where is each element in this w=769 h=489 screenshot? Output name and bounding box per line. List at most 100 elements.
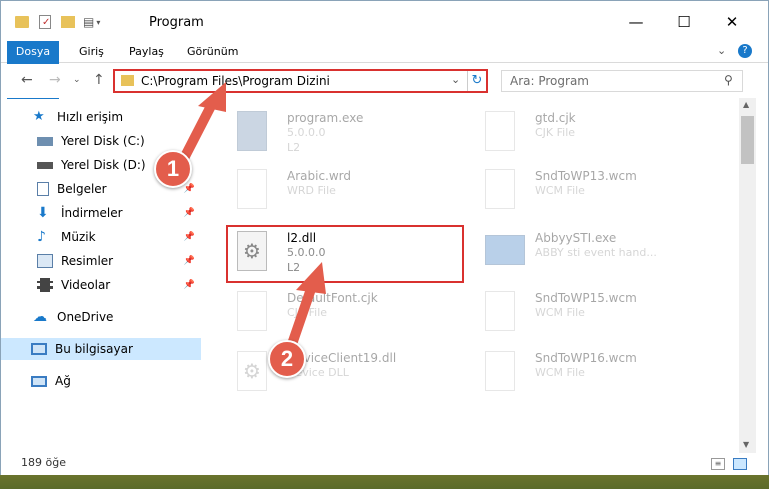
large-icons-view-icon[interactable] [733,458,747,470]
sidebar-item-pictures[interactable]: Resimler 📌 [1,250,201,272]
file-description: WCM File [535,184,585,197]
exe-icon [485,235,525,265]
scroll-down-icon[interactable]: ▼ [743,440,749,449]
title-bar: ✓ ▤ ▾ Program — ☐ ✕ [1,1,768,41]
sidebar-item-label: Yerel Disk (C:) [61,134,145,148]
close-button[interactable]: ✕ [709,7,755,37]
up-arrow-icon[interactable]: ↑ [93,72,105,88]
details-view-icon[interactable]: ≡ [711,458,725,470]
refresh-icon[interactable]: ↻ [467,71,486,91]
ribbon: Dosya Giriş Paylaş Görünüm ⌄ ? [1,41,768,99]
status-bar: 189 öğe ≡ [1,453,768,475]
file-description: WCM File [535,306,585,319]
sidebar-item-label: Resimler [61,254,114,268]
drive-icon [37,136,53,146]
address-bar[interactable]: C:\Program Files\Program Dizini ⌄ ↻ [113,69,488,93]
selected-file-highlight [226,225,464,283]
address-path: C:\Program Files\Program Dizini [141,74,330,88]
step-marker-two: 2 [268,340,306,378]
new-folder-icon[interactable] [61,16,75,28]
back-arrow-icon[interactable]: ← [21,72,33,88]
picture-icon [37,254,53,268]
file-icon [237,169,267,209]
cloud-icon: ☁ [33,309,47,325]
sidebar-item-quick-access[interactable]: ★ Hızlı erişim [1,106,201,128]
computer-icon [31,343,47,355]
sidebar-item-label: Bu bilgisayar [55,342,133,356]
tab-gorunum[interactable]: Görünüm [177,41,248,63]
step-marker-one: 1 [154,150,192,188]
file-icon [237,291,267,331]
minimize-button[interactable]: — [613,7,659,37]
file-item[interactable]: gtd.cjk CJK File [471,105,711,163]
file-name: AbbyySTI.exe [535,231,617,245]
sidebar-item-label: Yerel Disk (D:) [61,158,146,172]
sidebar-item-label: Hızlı erişim [57,110,124,124]
pin-icon[interactable]: 📌 [184,256,195,266]
help-icon[interactable]: ? [738,44,752,58]
sidebar-item-music[interactable]: ♪ Müzik 📌 [1,226,201,248]
document-icon [37,182,49,196]
file-item[interactable]: ⚙ DeviceClient19.dll Device DLL [223,345,463,403]
file-description: L2 [287,141,301,154]
file-item[interactable]: DefaultFont.cjk CJK File [223,285,463,343]
recent-chevron-icon[interactable]: ⌄ [73,75,81,85]
scroll-up-icon[interactable]: ▲ [743,100,749,109]
file-icon [485,169,515,209]
sidebar-item-onedrive[interactable]: ☁ OneDrive [1,306,201,328]
sidebar-item-downloads[interactable]: ⬇ İndirmeler 📌 [1,202,201,224]
chevron-down-icon[interactable]: ▾ [96,18,100,27]
file-description: CJK File [535,126,576,139]
pin-icon[interactable]: 📌 [184,280,195,290]
file-item[interactable]: Arabic.wrd WRD File [223,163,463,221]
sidebar-item-label: Belgeler [57,182,107,196]
sidebar-item-label: İndirmeler [61,206,123,220]
music-icon: ♪ [37,229,46,245]
drive-icon [37,161,53,169]
search-input[interactable]: Ara: Program [510,74,589,88]
pin-icon[interactable]: 📌 [184,208,195,218]
vertical-scrollbar[interactable]: ▲ ▼ [739,98,756,453]
scrollbar-thumb[interactable] [741,116,754,164]
sidebar-item-label: Müzik [61,230,96,244]
sidebar-item-label: OneDrive [57,310,114,324]
pin-icon[interactable]: 📌 [184,232,195,242]
chevron-down-icon[interactable]: ⌄ [451,73,460,86]
properties-icon[interactable]: ✓ [39,15,51,29]
quick-access-toolbar: ✓ ▤ ▾ [15,13,100,31]
file-description: WRD File [287,184,336,197]
search-icon[interactable]: ⚲ [724,73,733,87]
film-icon [37,278,53,292]
expand-ribbon-icon[interactable]: ⌄ [717,44,726,57]
tab-giris[interactable]: Giriş [69,41,114,63]
search-box[interactable]: Ara: Program ⚲ [501,70,743,92]
sidebar-item-this-pc[interactable]: Bu bilgisayar [1,338,201,360]
sidebar-item-disk-c[interactable]: Yerel Disk (C:) [1,130,201,152]
file-description: ABBY sti event hand... [535,246,657,259]
exe-icon [237,111,267,151]
file-item[interactable]: SndToWP16.wcm WCM File [471,345,711,403]
file-item[interactable]: SndToWP13.wcm WCM File [471,163,711,221]
file-item[interactable]: AbbyySTI.exe ABBY sti event hand... [471,225,711,283]
file-name: SndToWP15.wcm [535,291,637,305]
network-icon [31,375,47,387]
pin-icon[interactable]: 📌 [184,184,195,194]
file-name: SndToWP16.wcm [535,351,637,365]
file-description: CJK File [287,306,328,319]
tab-paylas[interactable]: Paylaş [119,41,174,63]
download-icon: ⬇ [37,205,49,221]
maximize-button[interactable]: ☐ [661,7,707,37]
view-icon[interactable]: ▤ [83,15,94,29]
sidebar-item-videos[interactable]: Videolar 📌 [1,274,201,296]
dll-gear-icon: ⚙ [237,351,267,391]
sidebar-item-network[interactable]: Ağ [1,370,201,392]
forward-arrow-icon[interactable]: → [49,72,61,88]
explorer-window: ✓ ▤ ▾ Program — ☐ ✕ Dosya Giriş Paylaş G… [0,0,769,475]
folder-icon [121,75,134,86]
item-count: 189 öğe [21,456,66,469]
file-name: gtd.cjk [535,111,576,125]
file-item[interactable]: SndToWP15.wcm WCM File [471,285,711,343]
star-icon: ★ [33,109,45,124]
file-name: SndToWP13.wcm [535,169,637,183]
file-item[interactable]: program.exe 5.0.0.0 L2 [223,105,463,163]
